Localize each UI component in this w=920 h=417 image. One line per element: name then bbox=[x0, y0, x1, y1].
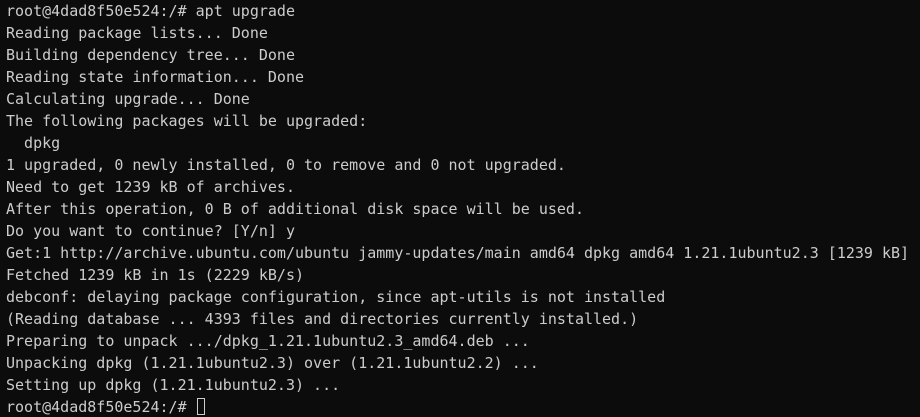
text-cursor bbox=[196, 398, 205, 415]
terminal-line: Building dependency tree... Done bbox=[6, 46, 295, 64]
terminal-line: Calculating upgrade... Done bbox=[6, 90, 250, 108]
terminal-line: 1 upgraded, 0 newly installed, 0 to remo… bbox=[6, 156, 566, 174]
terminal-line: root@4dad8f50e524:/# apt upgrade bbox=[6, 2, 295, 20]
terminal-line: Fetched 1239 kB in 1s (2229 kB/s) bbox=[6, 266, 305, 284]
terminal-line: Setting up dpkg (1.21.1ubuntu2.3) ... bbox=[6, 376, 341, 394]
terminal-line: Get:1 http://archive.ubuntu.com/ubuntu j… bbox=[6, 244, 910, 262]
terminal-output: root@4dad8f50e524:/# apt upgrade Reading… bbox=[6, 0, 920, 417]
terminal-line: Unpacking dpkg (1.21.1ubuntu2.3) over (1… bbox=[6, 354, 539, 372]
terminal-line: dpkg bbox=[6, 134, 61, 152]
terminal-line: Need to get 1239 kB of archives. bbox=[6, 178, 295, 196]
terminal-line: Reading state information... Done bbox=[6, 68, 305, 86]
terminal-line: debconf: delaying package configuration,… bbox=[6, 288, 666, 306]
shell-prompt: root@4dad8f50e524:/# bbox=[6, 398, 196, 416]
terminal-line: Preparing to unpack .../dpkg_1.21.1ubunt… bbox=[6, 332, 530, 350]
terminal-window[interactable]: root@4dad8f50e524:/# apt upgrade Reading… bbox=[0, 0, 920, 417]
prompt-line[interactable]: root@4dad8f50e524:/# bbox=[6, 396, 920, 417]
terminal-line: Reading package lists... Done bbox=[6, 24, 268, 42]
terminal-line: The following packages will be upgraded: bbox=[6, 112, 368, 130]
terminal-line: After this operation, 0 B of additional … bbox=[6, 200, 584, 218]
terminal-line: (Reading database ... 4393 files and dir… bbox=[6, 310, 639, 328]
terminal-line: Do you want to continue? [Y/n] y bbox=[6, 222, 295, 240]
